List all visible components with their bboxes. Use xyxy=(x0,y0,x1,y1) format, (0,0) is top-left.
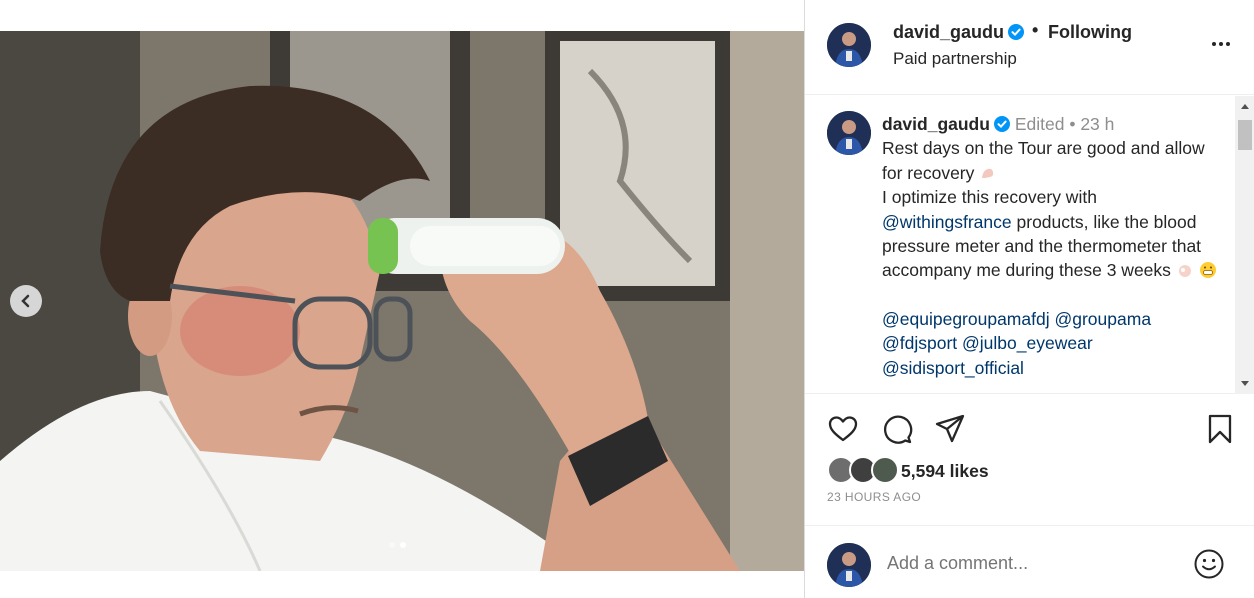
caption-paragraph-1: Rest days on the Tour are good and allow… xyxy=(882,136,1222,185)
share-button[interactable] xyxy=(934,413,966,445)
post-actions xyxy=(805,395,1254,465)
caption-line-2-pre: I optimize this recovery with xyxy=(882,187,1097,208)
author-username[interactable]: david_gaudu xyxy=(893,22,1025,43)
meta-separator: • xyxy=(1069,114,1076,134)
caption-author-avatar[interactable] xyxy=(827,111,871,155)
save-button[interactable] xyxy=(1204,413,1236,445)
mention-julbo-eyewear[interactable]: @julbo_eyewear xyxy=(962,333,1093,353)
caret-up-icon xyxy=(1241,104,1249,109)
paid-partnership-label[interactable]: Paid partnership xyxy=(893,49,1017,69)
more-dot-icon xyxy=(1212,42,1216,46)
carousel-indicator xyxy=(389,542,406,548)
mention-equipegroupamafdj[interactable]: @equipegroupamafdj xyxy=(882,309,1050,329)
smiley-icon xyxy=(1194,549,1224,579)
more-options-button[interactable] xyxy=(1207,32,1235,56)
mention-sidisport-official[interactable]: @sidisport_official xyxy=(882,358,1024,378)
more-dot-icon xyxy=(1219,42,1223,46)
post-media xyxy=(0,0,804,598)
current-user-avatar xyxy=(827,543,871,587)
scroll-up-arrow[interactable] xyxy=(1235,98,1254,114)
emoji-picker-button[interactable] xyxy=(1193,548,1225,580)
chevron-left-icon xyxy=(21,294,30,308)
author-username-text[interactable]: david_gaudu xyxy=(893,22,1004,42)
caption-age[interactable]: 23 h xyxy=(1080,114,1114,134)
mention-groupama[interactable]: @groupama xyxy=(1054,309,1151,329)
scrollbar-thumb[interactable] xyxy=(1238,120,1252,150)
caption-line-1: Rest days on the Tour are good and allow… xyxy=(882,138,1205,183)
carousel-dot xyxy=(389,542,395,548)
post-header: david_gaudu • Following Paid partnership xyxy=(805,0,1254,95)
ok-hand-emoji-icon xyxy=(1178,265,1191,278)
carousel-prev-button[interactable] xyxy=(10,285,42,317)
comment-composer xyxy=(805,525,1254,598)
grinning-face-emoji-icon xyxy=(1199,262,1216,279)
liker-avatar[interactable] xyxy=(871,456,899,484)
author-avatar[interactable] xyxy=(827,23,871,67)
following-button[interactable]: Following xyxy=(1048,22,1132,43)
caption-section: david_gaudu Edited • 23 h Rest days on t… xyxy=(805,96,1254,394)
post-photo[interactable] xyxy=(0,31,804,571)
carousel-dot-active xyxy=(400,542,406,548)
comment-icon xyxy=(884,415,913,444)
bookmark-icon xyxy=(1208,414,1232,444)
like-button[interactable] xyxy=(827,413,859,445)
comment-input[interactable] xyxy=(887,553,1187,574)
caption-mentions: @equipegroupamafdj @groupama @fdjsport @… xyxy=(882,307,1222,380)
scroll-down-arrow[interactable] xyxy=(1235,376,1254,392)
heart-icon xyxy=(828,416,858,442)
more-dot-icon xyxy=(1226,42,1230,46)
verified-badge-icon xyxy=(993,116,1010,132)
mention-withingsfrance[interactable]: @withingsfrance xyxy=(882,212,1012,232)
caption-scrollbar[interactable] xyxy=(1235,96,1254,394)
photo-illustration xyxy=(0,31,804,571)
caption-paragraph-2: I optimize this recovery with @withingsf… xyxy=(882,185,1222,283)
flexed-biceps-emoji-icon xyxy=(982,168,994,178)
caret-down-icon xyxy=(1241,381,1249,386)
likes-count[interactable]: 5,594 likes xyxy=(901,461,989,482)
verified-badge-icon xyxy=(1008,24,1025,40)
header-separator: • xyxy=(1032,20,1039,40)
comment-button[interactable] xyxy=(881,413,913,445)
caption-username[interactable]: david_gaudu xyxy=(882,114,990,134)
post-timestamp[interactable]: 23 HOURS AGO xyxy=(827,490,921,504)
post-side-panel: david_gaudu • Following Paid partnership… xyxy=(804,0,1254,598)
edited-label[interactable]: Edited xyxy=(1015,114,1065,134)
mention-fdjsport[interactable]: @fdjsport xyxy=(882,333,957,353)
caption-text: david_gaudu Edited • 23 h Rest days on t… xyxy=(882,112,1222,380)
paper-plane-icon xyxy=(935,414,965,443)
